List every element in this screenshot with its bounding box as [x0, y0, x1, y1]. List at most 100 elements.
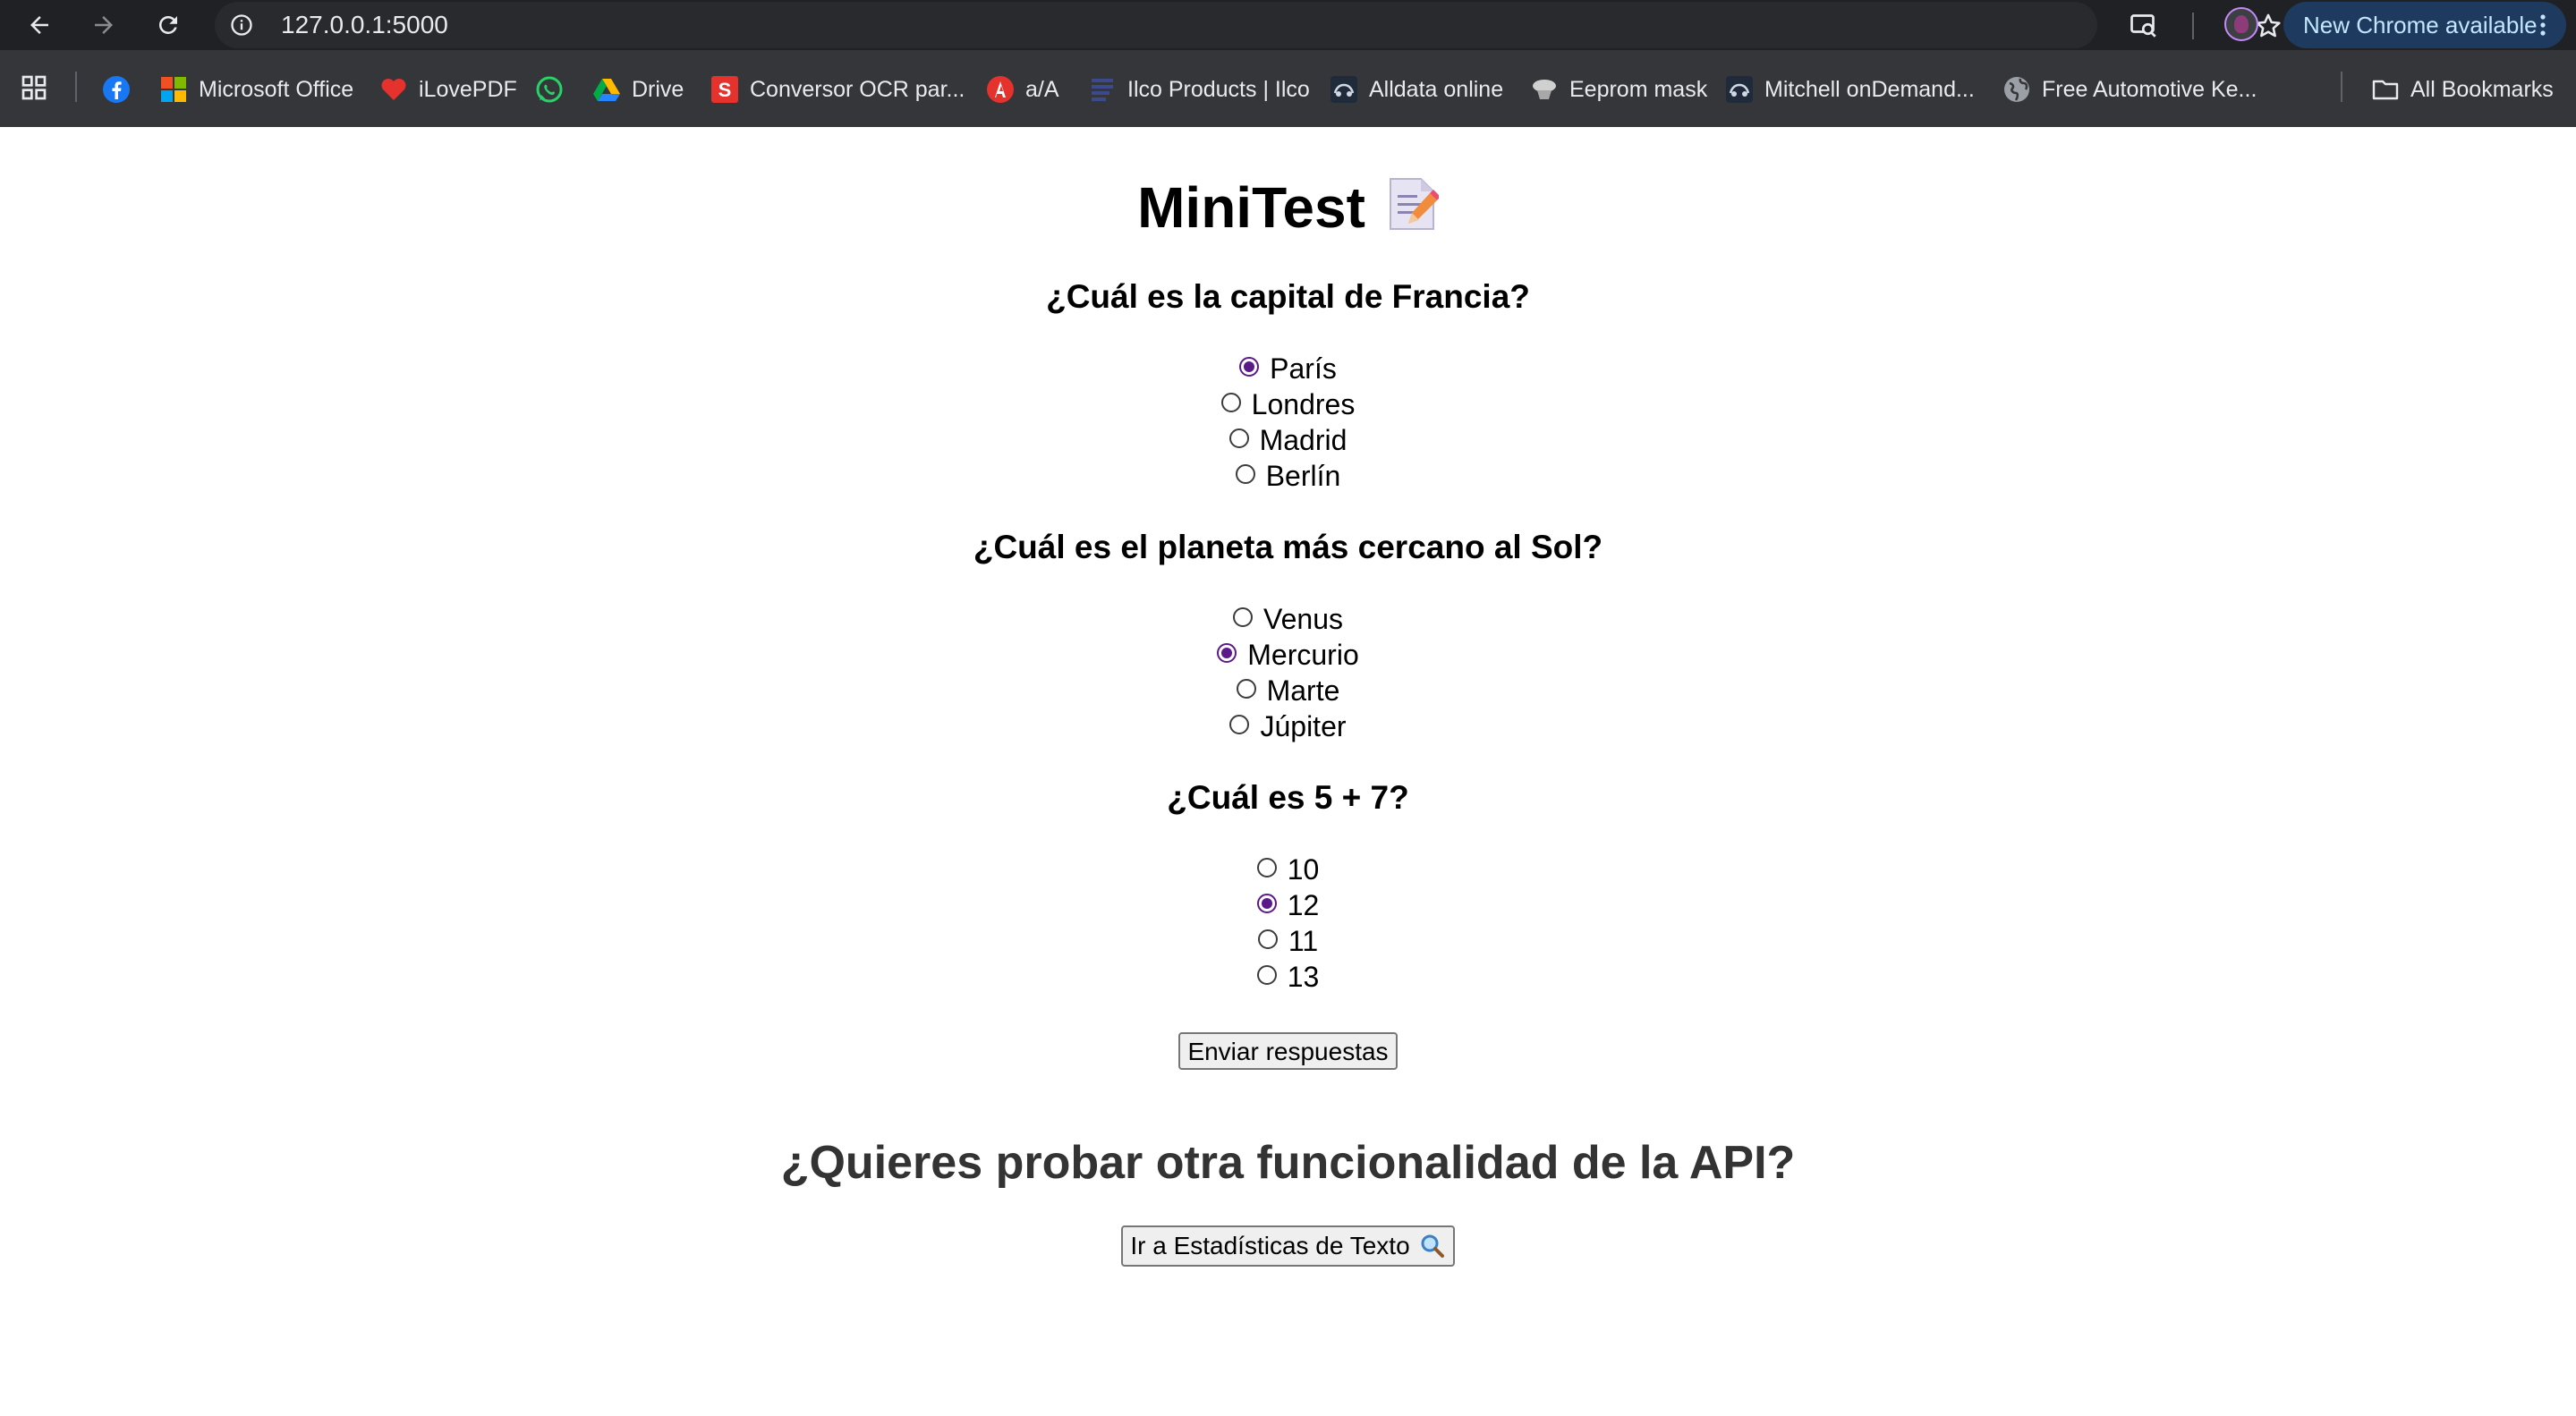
bookmark-conversor-ocr[interactable]: S Conversor OCR par... [710, 73, 965, 106]
bookmark-label: a/A [1025, 76, 1059, 102]
svg-text:S: S [718, 79, 732, 101]
eeprom-icon [1533, 80, 1556, 99]
option-label[interactable]: Júpiter [1260, 710, 1346, 742]
api-subheading: ¿Quieres probar otra funcionalidad de la… [780, 1137, 1796, 1189]
option-label[interactable]: Mercurio [1247, 639, 1358, 671]
alldata-icon [1331, 76, 1357, 103]
bookmark-drive[interactable]: Drive [592, 73, 684, 106]
bookmark-mitchell[interactable]: Mitchell onDemand... [1725, 73, 1975, 106]
radio-button[interactable] [1256, 965, 1277, 985]
bookmark-alldata[interactable]: Alldata online [1330, 73, 1503, 106]
bookmark-label: Free Automotive Ke... [2042, 76, 2257, 102]
bookmark-label: Conversor OCR par... [750, 76, 965, 102]
kebab-menu-icon[interactable] [2532, 13, 2554, 38]
bookmarks-divider [75, 72, 77, 102]
q2-option-mercurio[interactable]: Mercurio [0, 637, 2576, 673]
bookmark-free-automotive[interactable]: Free Automotive Ke... [2002, 73, 2257, 106]
radio-button[interactable] [1233, 607, 1254, 627]
question-1: ¿Cuál es la capital de Francia? [1046, 278, 1530, 315]
browser-toolbar: 127.0.0.1:5000 New Chrome available [0, 0, 2576, 50]
reload-button[interactable] [150, 7, 186, 43]
bookmark-whatsapp[interactable] [535, 73, 574, 106]
radio-button[interactable] [1256, 858, 1277, 878]
text-stats-button[interactable]: Ir a Estadísticas de Texto [1121, 1225, 1455, 1267]
q3-option-12[interactable]: 12 [0, 887, 2576, 923]
option-label[interactable]: 12 [1288, 889, 1320, 921]
option-label[interactable]: Londres [1252, 388, 1356, 420]
facebook-icon [103, 76, 130, 103]
submit-answers-button[interactable]: Enviar respuestas [1178, 1032, 1398, 1070]
update-label: New Chrome available [2303, 12, 2538, 38]
text-case-icon [987, 76, 1014, 103]
radio-button[interactable] [1228, 428, 1249, 448]
radio-button[interactable] [1220, 393, 1241, 412]
option-label[interactable]: 13 [1288, 961, 1320, 993]
q3-option-13[interactable]: 13 [0, 959, 2576, 995]
bookmark-label: Ilco Products | Ilco [1127, 76, 1310, 102]
microsoft-office-icon [161, 77, 186, 102]
bookmark-ilovepdf[interactable]: iLovePDF [379, 73, 517, 106]
magnifying-glass-icon [1421, 1234, 1444, 1258]
radio-button-checked[interactable] [1256, 894, 1277, 913]
back-arrow-icon [30, 16, 48, 34]
bookmark-label: Mitchell onDemand... [1764, 76, 1975, 102]
q1-option-berlin[interactable]: Berlín [0, 458, 2576, 494]
mitchell-icon [1726, 76, 1753, 103]
reload-icon [158, 15, 177, 34]
radio-button[interactable] [1236, 679, 1256, 699]
option-label[interactable]: Marte [1267, 674, 1340, 707]
q1-option-madrid[interactable]: Madrid [0, 422, 2576, 458]
bookmark-label: Alldata online [1369, 76, 1504, 102]
whatsapp-icon [536, 76, 563, 103]
new-chrome-available-button[interactable]: New Chrome available [2283, 2, 2566, 48]
bookmark-label: Drive [632, 76, 684, 102]
q3-option-10[interactable]: 10 [0, 852, 2576, 887]
toolbar-divider [2192, 13, 2194, 39]
radio-button[interactable] [1229, 715, 1250, 734]
forward-button[interactable] [86, 7, 122, 43]
back-button[interactable] [21, 7, 57, 43]
q1-option-paris[interactable]: París [0, 351, 2576, 386]
url-text[interactable]: 127.0.0.1:5000 [281, 13, 448, 38]
apps-grid-icon[interactable] [20, 73, 48, 102]
site-info-icon[interactable] [229, 13, 254, 38]
option-label[interactable]: 10 [1288, 853, 1320, 886]
q2-option-jupiter[interactable]: Júpiter [0, 708, 2576, 744]
address-bar[interactable]: 127.0.0.1:5000 [215, 2, 2281, 48]
all-bookmarks-button[interactable]: All Bookmarks [2371, 73, 2554, 106]
bookmark-ilco[interactable]: Ilco Products | Ilco [1088, 73, 1310, 106]
globe-icon [2004, 77, 2029, 102]
radio-button[interactable] [1235, 464, 1255, 484]
q2-option-venus[interactable]: Venus [0, 601, 2576, 637]
radio-button-checked[interactable] [1217, 643, 1237, 663]
bookmark-text-case[interactable]: a/A [986, 73, 1059, 106]
bookmark-label: Eeprom mask [1569, 76, 1708, 102]
bookmark-label: iLovePDF [419, 76, 517, 102]
q3-option-11[interactable]: 11 [0, 923, 2576, 959]
bookmark-facebook[interactable] [102, 73, 141, 106]
forward-arrow-icon [95, 16, 113, 34]
bookmarks-divider [2341, 72, 2342, 102]
folder-icon [2372, 80, 2399, 100]
option-label[interactable]: París [1270, 352, 1337, 385]
question-2: ¿Cuál es el planeta más cercano al Sol? [973, 529, 1603, 565]
google-lens-icon[interactable] [2128, 9, 2160, 41]
text-stats-button-label: Ir a Estadísticas de Texto [1130, 1232, 1410, 1259]
ilco-icon [1092, 79, 1113, 101]
radio-button[interactable] [1257, 929, 1278, 949]
bookmark-microsoft-office[interactable]: Microsoft Office [159, 73, 353, 106]
profile-avatar[interactable] [2224, 7, 2258, 41]
bookmark-eeprom-mask[interactable]: Eeprom mask [1530, 73, 1707, 106]
option-label[interactable]: 11 [1288, 925, 1318, 957]
option-label[interactable]: Venus [1263, 603, 1343, 635]
google-drive-icon [593, 79, 620, 101]
radio-button-checked[interactable] [1239, 357, 1260, 377]
q1-option-londres[interactable]: Londres [0, 386, 2576, 422]
option-label[interactable]: Berlín [1266, 460, 1341, 492]
bookmark-label: All Bookmarks [2410, 76, 2554, 102]
q2-option-marte[interactable]: Marte [0, 673, 2576, 708]
ocr-converter-icon: S [711, 76, 738, 103]
option-label[interactable]: Madrid [1260, 424, 1348, 456]
page-title-text: MiniTest [1137, 175, 1365, 240]
page-title: MiniTest [0, 174, 2576, 242]
